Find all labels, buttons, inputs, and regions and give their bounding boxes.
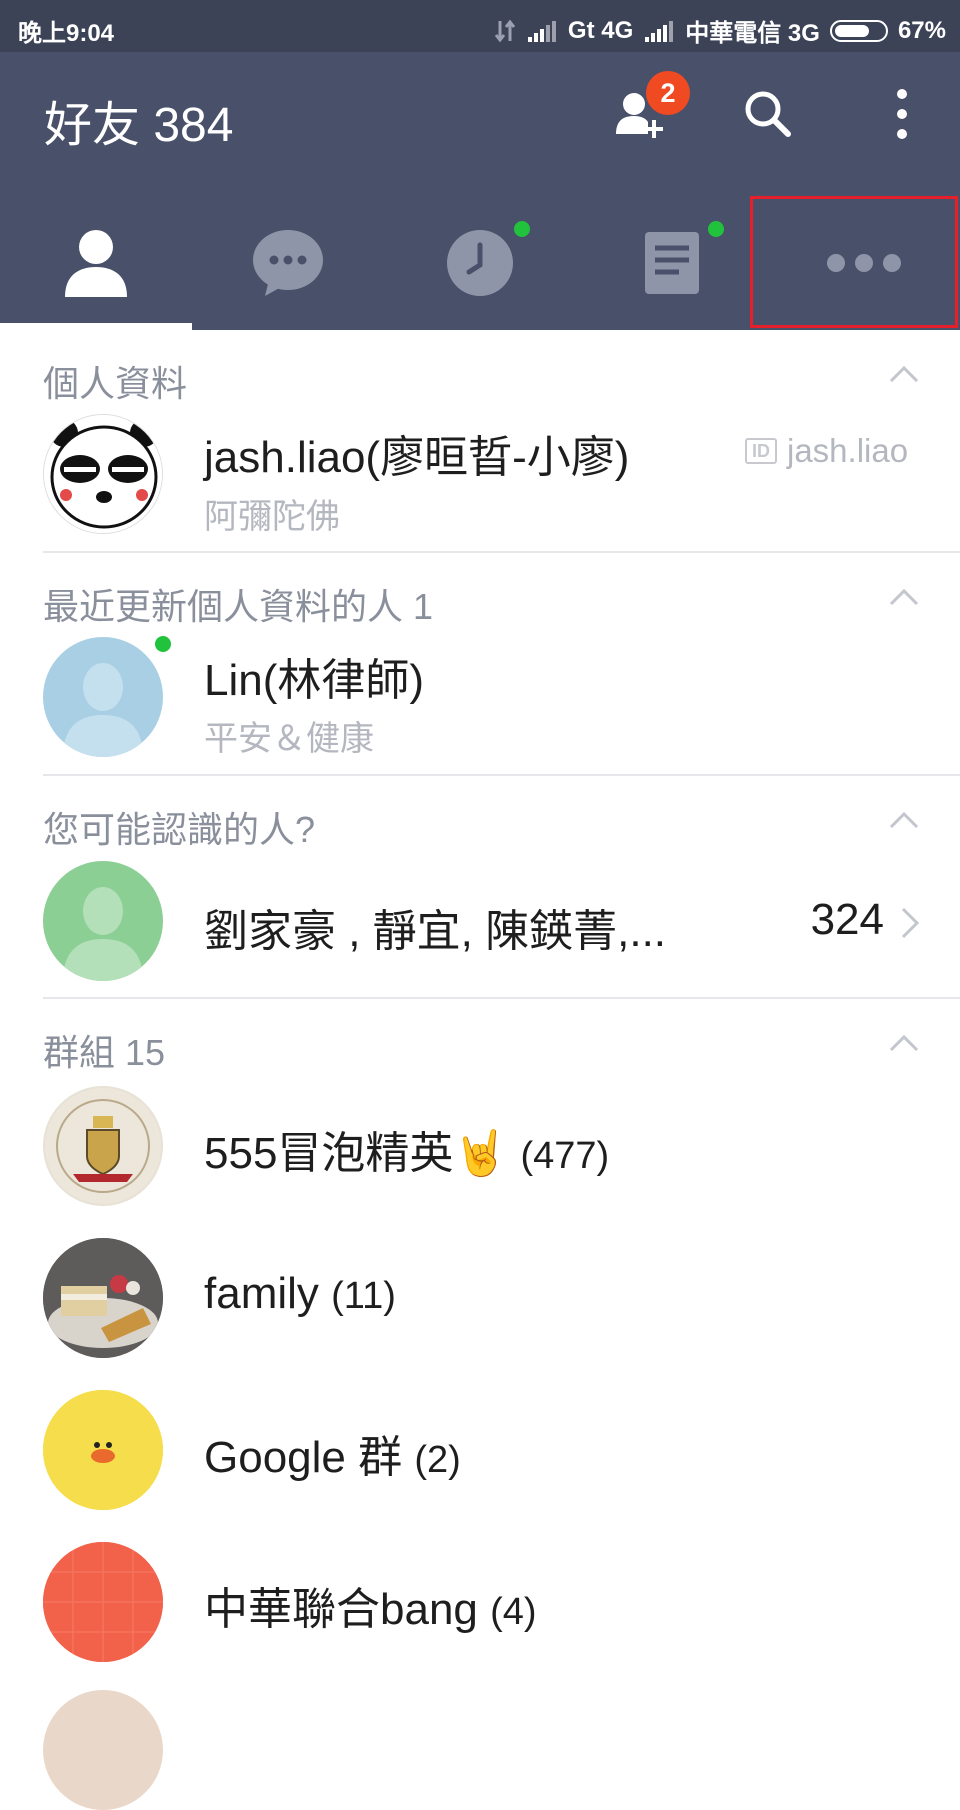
- group-name-label: 555冒泡精英🤘: [204, 1129, 509, 1178]
- group-name-label: Google 群: [204, 1433, 403, 1482]
- friend-name[interactable]: Lin(林律師): [204, 644, 424, 708]
- search-button[interactable]: [738, 84, 798, 144]
- page-title: 好友 384: [44, 99, 234, 152]
- overflow-menu-button[interactable]: [872, 84, 932, 144]
- id-icon: ID: [745, 438, 777, 464]
- group-name-label: 中華聯合bang: [204, 1585, 478, 1634]
- collapse-chevron-icon[interactable]: [888, 1033, 920, 1053]
- pymk-count: 324: [810, 895, 884, 944]
- data-arrows-icon: [494, 19, 516, 42]
- person-icon: [65, 229, 127, 297]
- divider: [43, 997, 960, 999]
- avatar[interactable]: [43, 861, 163, 981]
- tab-chats[interactable]: [192, 195, 384, 330]
- search-icon: [745, 91, 791, 137]
- status-indicators: Gt 4G 中華電信 3G 67%: [494, 13, 946, 48]
- app-header: 好友 384 2: [0, 52, 960, 195]
- divider: [43, 774, 960, 776]
- profile-status: 阿彌陀佛: [204, 498, 340, 536]
- notification-badge: 2: [646, 71, 690, 115]
- vertical-dots-icon: [897, 89, 907, 139]
- group-avatar[interactable]: [43, 1238, 163, 1358]
- collapse-chevron-icon[interactable]: [888, 587, 920, 607]
- tab-timeline[interactable]: [384, 195, 576, 330]
- section-title-profile: 個人資料: [43, 363, 188, 404]
- status-bar: 晚上9:04 Gt 4G 中華電信 3G 67%: [0, 0, 960, 52]
- chat-bubble-icon: [253, 229, 323, 296]
- battery-percent: 67%: [897, 16, 946, 44]
- signal-icon: [527, 20, 556, 42]
- pattern-avatar-icon: [43, 1542, 163, 1662]
- food-photo-icon: [43, 1238, 163, 1358]
- group-name[interactable]: Google 群 (2): [204, 1421, 461, 1485]
- battery-icon: [829, 19, 888, 42]
- duck-icon: [43, 1390, 163, 1510]
- group-avatar[interactable]: [43, 1542, 163, 1662]
- friend-status: 平安＆健康: [204, 720, 374, 758]
- group-name-label: family: [204, 1269, 319, 1318]
- status-time: 晚上9:04: [18, 20, 115, 47]
- group-name[interactable]: family (11): [204, 1269, 396, 1319]
- group-avatar[interactable]: [43, 1390, 163, 1510]
- clock-icon: [447, 229, 513, 296]
- section-title-groups: 群組 15: [43, 1032, 166, 1073]
- group-name[interactable]: 中華聯合bang (4): [204, 1573, 537, 1637]
- collapse-chevron-icon[interactable]: [888, 810, 920, 830]
- network-label: Gt 4G: [567, 16, 634, 44]
- active-tab-indicator: [0, 323, 192, 330]
- member-count: (2): [414, 1439, 461, 1481]
- collapse-chevron-icon[interactable]: [888, 364, 920, 384]
- tab-bar: [0, 195, 960, 330]
- tab-friends[interactable]: [0, 195, 192, 330]
- pymk-names[interactable]: 劉家豪 , 靜宜, 陳鍈菁,...: [204, 895, 666, 959]
- group-avatar[interactable]: [43, 1690, 163, 1810]
- divider: [43, 551, 960, 553]
- group-avatar[interactable]: [43, 1086, 163, 1206]
- timeline-new-dot: [514, 221, 530, 237]
- default-person-icon: [63, 663, 143, 757]
- document-icon: [645, 231, 699, 294]
- carrier-label: 中華電信 3G: [685, 20, 820, 47]
- crest-icon: [45, 1088, 161, 1204]
- chevron-right-icon[interactable]: [900, 906, 920, 940]
- signal-icon-2: [645, 20, 674, 42]
- section-title-recent: 最近更新個人資料的人 1: [43, 586, 434, 627]
- more-dots-icon: [827, 253, 901, 272]
- profile-name[interactable]: jash.liao(廖晅晢-小廖): [204, 421, 629, 485]
- avatar[interactable]: [43, 637, 163, 757]
- news-new-dot: [708, 221, 724, 237]
- online-dot: [155, 636, 171, 652]
- group-name[interactable]: 555冒泡精英🤘 (477): [204, 1117, 609, 1181]
- avatar[interactable]: [43, 414, 163, 534]
- profile-id-value: jash.liao: [787, 432, 909, 469]
- tab-more[interactable]: [768, 195, 960, 330]
- tab-news[interactable]: [576, 195, 768, 330]
- member-count: (4): [490, 1591, 537, 1633]
- member-count: (11): [331, 1275, 396, 1317]
- panda-avatar-icon: [44, 415, 162, 533]
- section-title-pymk: 您可能認識的人?: [43, 809, 316, 850]
- member-count: (477): [520, 1135, 610, 1177]
- profile-id: ID jash.liao: [745, 432, 908, 470]
- default-person-icon: [63, 887, 143, 981]
